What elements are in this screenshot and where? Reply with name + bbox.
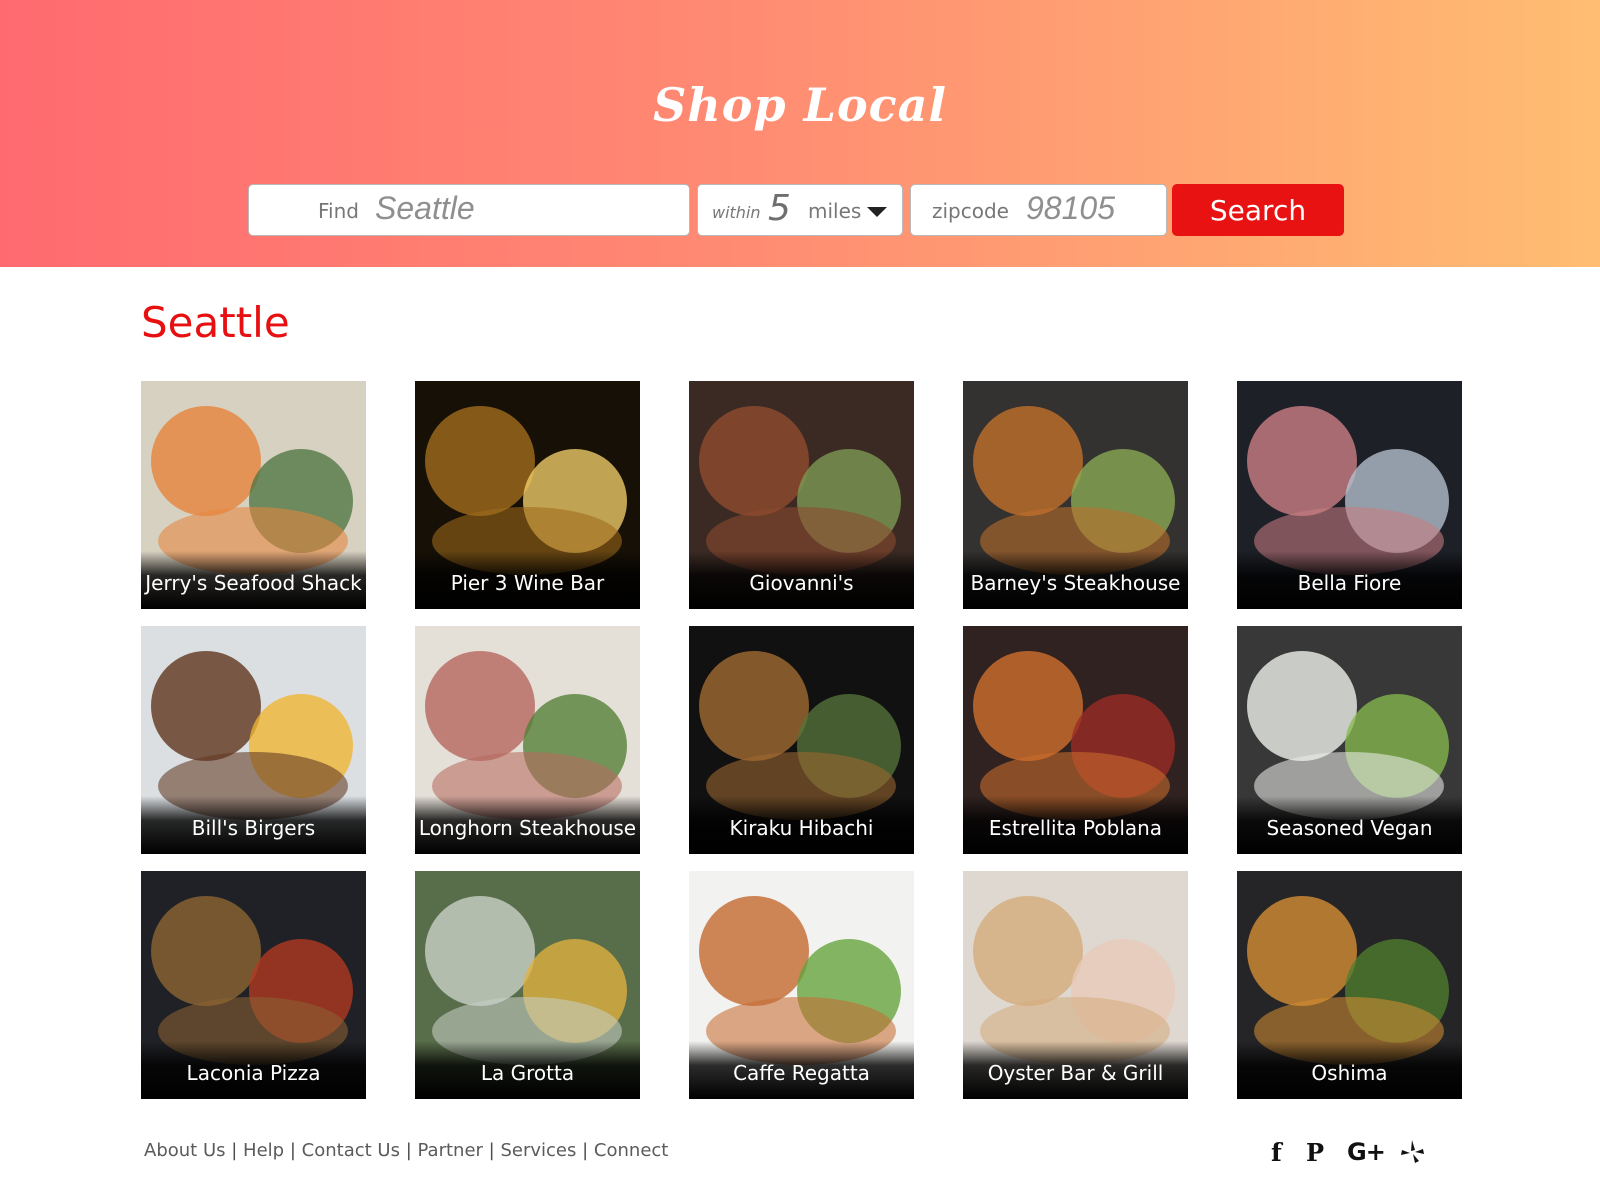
distance-unit: miles xyxy=(808,199,862,223)
footer-separator: | xyxy=(289,1140,296,1161)
restaurant-name: Bill's Birgers xyxy=(141,796,366,854)
pinterest-icon[interactable]: P xyxy=(1306,1138,1324,1167)
restaurant-card[interactable]: Estrellita Poblana xyxy=(963,626,1188,854)
restaurant-name: Bella Fiore xyxy=(1237,551,1462,609)
partner-link[interactable]: Partner xyxy=(418,1140,483,1161)
about-us-link[interactable]: About Us xyxy=(144,1140,226,1161)
restaurant-card[interactable]: Bella Fiore xyxy=(1237,381,1462,609)
restaurant-card[interactable]: Pier 3 Wine Bar xyxy=(415,381,640,609)
restaurant-name: Kiraku Hibachi xyxy=(689,796,914,854)
within-label: within xyxy=(712,203,761,222)
zipcode-field[interactable]: zipcode xyxy=(910,184,1167,236)
services-link[interactable]: Services xyxy=(500,1140,576,1161)
restaurant-grid: Jerry's Seafood Shack Pier 3 Wine Bar Gi… xyxy=(141,381,1465,1099)
restaurant-name: Pier 3 Wine Bar xyxy=(415,551,640,609)
restaurant-card[interactable]: Longhorn Steakhouse xyxy=(415,626,640,854)
restaurant-card[interactable]: Oshima xyxy=(1237,871,1462,1099)
facebook-icon[interactable]: f xyxy=(1271,1138,1282,1167)
footer-separator: | xyxy=(488,1140,495,1161)
restaurant-name: Barney's Steakhouse xyxy=(963,551,1188,609)
footer-separator: | xyxy=(582,1140,589,1161)
restaurant-name: Laconia Pizza xyxy=(141,1041,366,1099)
search-button[interactable]: Search xyxy=(1172,184,1344,236)
restaurant-card[interactable]: Kiraku Hibachi xyxy=(689,626,914,854)
restaurant-name: Longhorn Steakhouse xyxy=(415,796,640,854)
footer-navigation: About Us | Help | Contact Us | Partner |… xyxy=(144,1140,668,1161)
restaurant-card[interactable]: Caffe Regatta xyxy=(689,871,914,1099)
connect-link[interactable]: Connect xyxy=(594,1140,668,1161)
restaurant-name: Jerry's Seafood Shack xyxy=(141,551,366,609)
restaurant-name: Seasoned Vegan xyxy=(1237,796,1462,854)
find-label: Find xyxy=(318,199,359,223)
find-field[interactable]: Find xyxy=(248,184,690,236)
footer-separator: | xyxy=(405,1140,412,1161)
restaurant-name: La Grotta xyxy=(415,1041,640,1099)
footer-separator: | xyxy=(231,1140,238,1161)
contact-us-link[interactable]: Contact Us xyxy=(302,1140,400,1161)
site-logo: Shop Local xyxy=(653,78,947,132)
find-input[interactable] xyxy=(375,190,675,227)
distance-value: 5 xyxy=(768,188,791,229)
restaurant-name: Caffe Regatta xyxy=(689,1041,914,1099)
restaurant-name: Giovanni's xyxy=(689,551,914,609)
restaurant-card[interactable]: Bill's Birgers xyxy=(141,626,366,854)
googleplus-icon[interactable]: G+ xyxy=(1347,1138,1386,1166)
restaurant-card[interactable]: Giovanni's xyxy=(689,381,914,609)
restaurant-card[interactable]: La Grotta xyxy=(415,871,640,1099)
hero-header: Shop Local Find within 5 miles zipcode S… xyxy=(0,0,1600,267)
help-link[interactable]: Help xyxy=(243,1140,284,1161)
distance-selector[interactable]: within 5 miles xyxy=(697,184,903,236)
restaurant-card[interactable]: Jerry's Seafood Shack xyxy=(141,381,366,609)
chevron-down-icon[interactable] xyxy=(867,207,887,217)
restaurant-card[interactable]: Oyster Bar & Grill xyxy=(963,871,1188,1099)
restaurant-name: Oshima xyxy=(1237,1041,1462,1099)
restaurant-card[interactable]: Barney's Steakhouse xyxy=(963,381,1188,609)
restaurant-name: Oyster Bar & Grill xyxy=(963,1041,1188,1099)
restaurant-name: Estrellita Poblana xyxy=(963,796,1188,854)
yelp-icon[interactable] xyxy=(1400,1139,1426,1165)
restaurant-card[interactable]: Seasoned Vegan xyxy=(1237,626,1462,854)
zipcode-input[interactable] xyxy=(1026,190,1156,227)
zipcode-label: zipcode xyxy=(932,199,1009,223)
restaurant-card[interactable]: Laconia Pizza xyxy=(141,871,366,1099)
city-heading: Seattle xyxy=(141,298,290,347)
